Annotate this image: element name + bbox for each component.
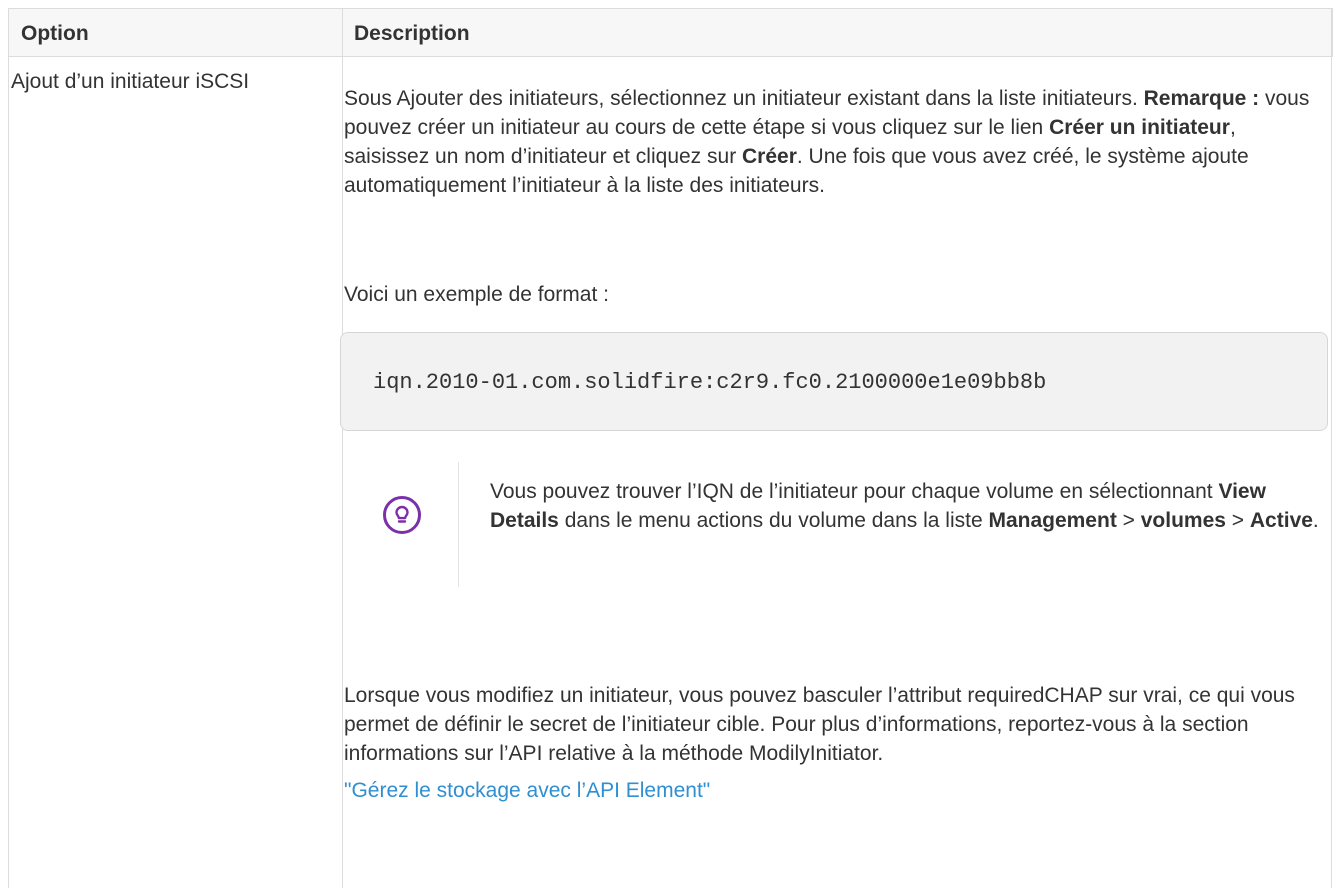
table-header-row: Option Description [9,8,1333,57]
tip-text-3: > [1116,509,1141,532]
code-example: iqn.2010-01.com.solidfire:c2r9.fc0.21000… [373,370,1047,395]
tip-text-5: . [1312,509,1319,532]
header-description: Description [354,22,470,45]
tip-text-4: > [1225,509,1250,532]
tip-bold-management: Management [988,509,1117,532]
header-option: Option [21,22,89,45]
column-divider [342,8,343,888]
p1-bold-creer: Créer [742,145,797,168]
tip-text: Vous pouvez trouver l’IQN de l’initiateu… [490,477,1330,535]
p1-bold-create-link: Créer un initiateur [1049,116,1230,139]
tip-divider [458,462,459,587]
tip-text-2: dans le menu actions du volume dans la l… [558,509,989,532]
code-block: iqn.2010-01.com.solidfire:c2r9.fc0.21000… [340,332,1328,431]
description-paragraph-1: Sous Ajouter des initiateurs, sélectionn… [344,84,1319,200]
description-paragraph-2: Voici un exemple de format : [344,283,609,306]
option-cell: Ajout d’un initiateur iSCSI [11,70,250,93]
p1-bold-remarque: Remarque : [1143,87,1260,110]
tip-text-1: Vous pouvez trouver l’IQN de l’initiateu… [490,480,1219,503]
p1-text-1: Sous Ajouter des initiateurs, sélectionn… [344,87,1144,110]
lightbulb-icon [382,495,422,535]
api-element-link[interactable]: "Gérez le stockage avec l’API Element" [344,776,710,805]
tip-bold-volumes: volumes [1140,509,1226,532]
description-paragraph-3: Lorsque vous modifiez un initiateur, vou… [344,684,1295,765]
table-right-border [1331,8,1332,888]
tip-bold-active: Active [1249,509,1313,532]
